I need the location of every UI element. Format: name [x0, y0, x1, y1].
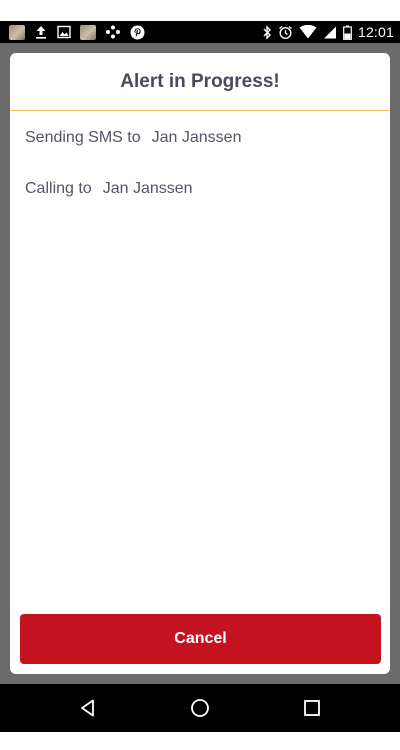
status-bar: 12:01	[0, 0, 400, 43]
battery-icon	[343, 24, 352, 40]
picture-icon	[57, 24, 71, 40]
call-contact-name: Jan Janssen	[102, 180, 193, 197]
sms-action-label: Sending SMS to	[25, 129, 141, 146]
image-thumbnail-icon	[9, 24, 25, 40]
navigation-bar	[0, 684, 400, 732]
sms-contact-name: Jan Janssen	[151, 129, 242, 146]
cancel-button[interactable]: Cancel	[20, 614, 381, 664]
call-action-label: Calling to	[25, 180, 92, 197]
alarm-icon	[278, 24, 293, 40]
recents-icon	[304, 700, 320, 716]
bluetooth-icon	[262, 24, 272, 40]
dots-icon	[105, 24, 121, 40]
recents-button[interactable]	[300, 696, 324, 720]
home-button[interactable]	[188, 696, 212, 720]
system-icons: 12:01	[262, 24, 394, 40]
call-status-line: Calling to Jan Janssen	[25, 180, 193, 198]
bottom-strip	[0, 732, 400, 750]
back-button[interactable]	[76, 696, 100, 720]
sms-status-line: Sending SMS to Jan Janssen	[25, 129, 241, 147]
back-icon	[81, 699, 94, 717]
clock: 12:01	[357, 24, 394, 40]
wifi-icon	[299, 24, 317, 40]
signal-icon	[323, 24, 337, 40]
notification-icons	[9, 24, 145, 40]
alert-dialog: Alert in Progress! Sending SMS to Jan Jan…	[10, 53, 390, 674]
status-bar-content: 12:01	[0, 21, 400, 43]
home-icon	[191, 699, 209, 717]
upload-icon	[34, 24, 48, 40]
pinterest-icon	[130, 24, 145, 40]
dialog-title: Alert in Progress!	[10, 53, 390, 111]
image-thumbnail-icon	[80, 24, 96, 40]
